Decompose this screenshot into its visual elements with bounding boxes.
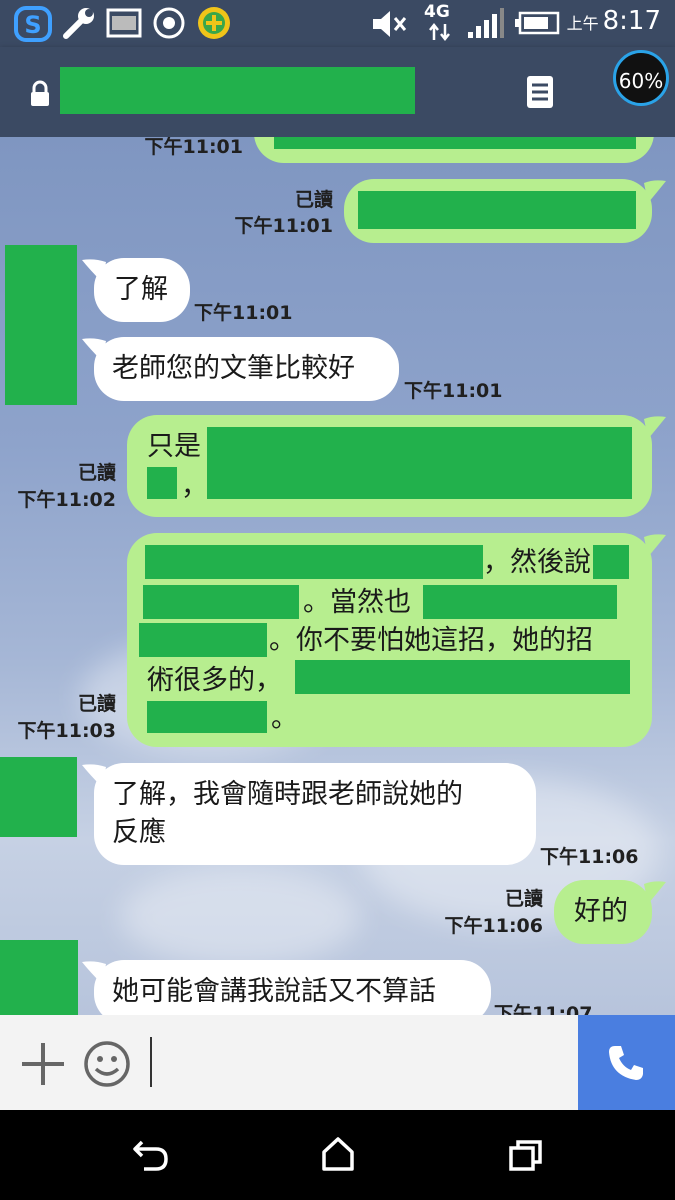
redacted-text [139, 623, 267, 657]
message-text: 。 [271, 703, 298, 734]
message-text: 只是 [147, 431, 201, 462]
message-text: ，然後說 [483, 547, 591, 578]
message-bubble-in[interactable]: 了解 [94, 258, 190, 322]
read-receipt: 已讀 [504, 888, 543, 910]
redacted-text [145, 545, 483, 579]
clover-icon [198, 7, 230, 39]
image-icon [106, 8, 142, 38]
message-text: 。當然也 [303, 587, 411, 618]
record-icon [153, 7, 185, 39]
lock-icon [31, 80, 49, 106]
home-icon[interactable] [320, 1136, 356, 1172]
message-bubble-in[interactable]: 她可能會講我說話又不算話 [94, 960, 491, 1015]
message-time: 下午11:03 [17, 720, 116, 742]
message-text: 術很多的， [147, 665, 282, 696]
message-bubble-out[interactable] [344, 179, 652, 243]
plus-icon[interactable] [20, 1041, 66, 1087]
redacted-text [147, 467, 177, 499]
navigation-bar [0, 1110, 675, 1200]
chat-area[interactable]: 下午11:01 已讀 下午11:01 了解 下午11:01 老師您的文筆比較好 … [0, 137, 675, 1015]
bubble-tail [82, 338, 106, 361]
message-text: 她可能會講我說話又不算話 [112, 976, 436, 1007]
clock: 上午 8:17 [567, 6, 661, 36]
recents-icon[interactable] [508, 1138, 544, 1172]
clock-time: 8:17 [602, 6, 661, 36]
message-time: 下午11:01 [234, 215, 333, 237]
message-time: 下午11:06 [444, 915, 543, 937]
network-label: 4G [424, 2, 450, 22]
bubble-tail [644, 180, 666, 203]
message-time: 下午11:01 [194, 302, 293, 324]
read-receipt: 已讀 [294, 189, 333, 211]
message-text: 了解 [114, 274, 168, 305]
message-bubble-in[interactable]: 了解，我會隨時跟老師說她的 反應 [94, 763, 536, 865]
bubble-tail [644, 534, 666, 557]
avatar[interactable] [5, 245, 77, 405]
message-bubble-out[interactable]: ，然後說 。當然也 。你不要怕她這招，她的招 術很多的， 。 [127, 533, 652, 747]
svg-text:S: S [24, 11, 41, 39]
message-text: 了解，我會隨時跟老師說她的 [112, 779, 463, 810]
bubble-tail [82, 259, 106, 282]
battery-badge[interactable]: 60% [613, 50, 669, 106]
wrench-icon [63, 8, 94, 39]
message-text: ， [181, 471, 208, 502]
app-s-icon: S [14, 6, 52, 42]
read-receipt: 已讀 [77, 462, 116, 484]
back-icon[interactable] [132, 1138, 170, 1172]
message-text: 反應 [112, 817, 166, 848]
input-bar [0, 1015, 675, 1110]
bubble-tail [644, 881, 666, 904]
bubble-tail [644, 416, 666, 439]
message-time: 下午11:06 [540, 846, 639, 868]
avatar[interactable] [0, 757, 77, 837]
emoji-icon[interactable] [82, 1039, 132, 1089]
clock-ampm: 上午 [566, 14, 599, 33]
redacted-text [295, 660, 630, 694]
redacted-text [207, 427, 632, 499]
avatar[interactable] [0, 940, 78, 1015]
message-bubble-out[interactable] [254, 137, 654, 163]
text-cursor [150, 1037, 152, 1087]
redacted-text [274, 137, 636, 149]
message-time: 下午11:02 [17, 489, 116, 511]
message-text: 。你不要怕她這招，她的招 [269, 625, 593, 656]
message-time: 下午11:01 [144, 137, 243, 158]
signal-icon [468, 8, 504, 38]
cloud-decoration [120, 867, 360, 967]
bubble-tail [82, 764, 106, 787]
read-receipt: 已讀 [77, 693, 116, 715]
status-bar: S 4G 上午 8:17 [0, 0, 675, 47]
mute-icon [373, 11, 407, 37]
redacted-text [423, 585, 617, 619]
message-bubble-out[interactable]: 只是 ， [127, 415, 652, 517]
menu-icon[interactable] [526, 75, 554, 109]
message-time: 下午11:01 [404, 380, 503, 402]
redacted-text [593, 545, 629, 579]
battery-icon [515, 11, 560, 35]
redacted-text [143, 585, 299, 619]
4g-icon: 4G [424, 2, 456, 42]
message-time: 下午11:07 [494, 1003, 593, 1015]
message-text: 好的 [574, 896, 628, 927]
redacted-text [358, 191, 636, 229]
chat-title-redacted [60, 67, 415, 114]
message-bubble-out[interactable]: 好的 [554, 880, 652, 944]
call-button[interactable] [578, 1015, 675, 1110]
bubble-tail [82, 961, 106, 984]
message-text: 老師您的文筆比較好 [112, 353, 355, 384]
message-input[interactable] [148, 1035, 568, 1091]
phone-icon [609, 1046, 643, 1080]
redacted-text [147, 701, 267, 733]
chat-header [0, 47, 675, 137]
message-bubble-in[interactable]: 老師您的文筆比較好 [94, 337, 399, 401]
